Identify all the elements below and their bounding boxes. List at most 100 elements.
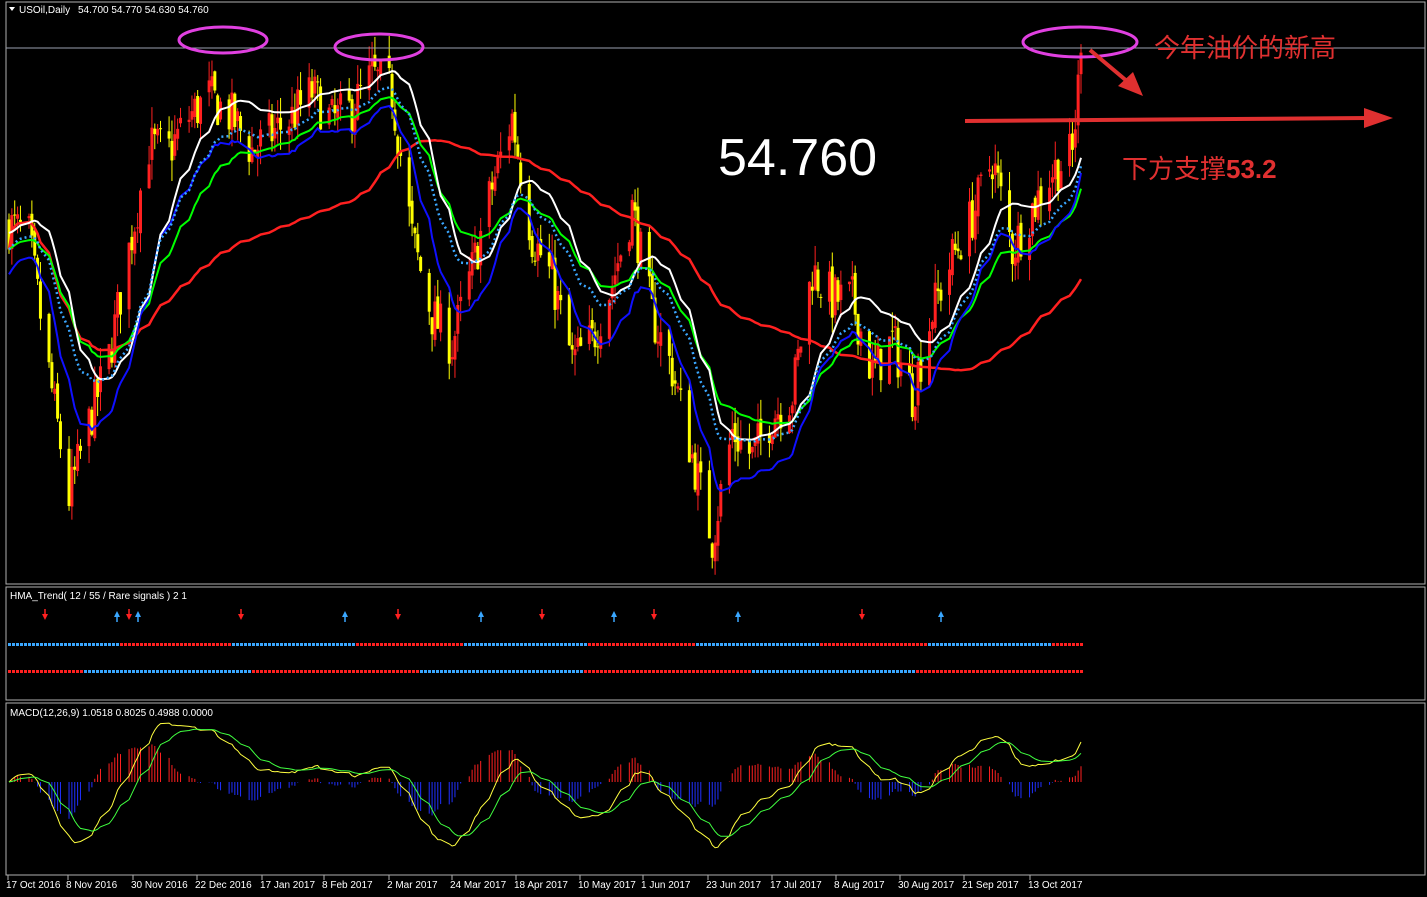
hma-trend-dot	[628, 670, 631, 673]
hma-trend-dot	[196, 670, 199, 673]
hma-trend-dot	[684, 643, 687, 646]
candle-body	[887, 336, 891, 384]
hma-trend-dot	[392, 643, 395, 646]
candle-body	[959, 255, 963, 260]
hma-down-arrow-icon	[651, 609, 657, 620]
hma-trend-dot	[64, 670, 67, 673]
hma-trend-dot	[584, 643, 587, 646]
hma-trend-dot	[480, 643, 483, 646]
hma-trend-dot	[896, 670, 899, 673]
hma-trend-dot	[316, 670, 319, 673]
candle-body	[696, 463, 700, 496]
hma-trend-dot	[976, 643, 979, 646]
candle-body	[948, 269, 952, 295]
hma-trend-dot	[276, 670, 279, 673]
candle-body	[936, 288, 940, 292]
x-tick-label: 21 Sep 2017	[962, 880, 1019, 891]
candle-body	[913, 406, 917, 421]
hma-trend-dot	[908, 643, 911, 646]
hma-trend-dot	[864, 643, 867, 646]
hma-trend-dot	[636, 670, 639, 673]
hma-trend-dot	[336, 670, 339, 673]
candle-body	[573, 349, 577, 356]
candle-body	[707, 470, 711, 539]
hma-trend-dot	[644, 643, 647, 646]
hma-trend-dot	[108, 643, 111, 646]
candle-body	[410, 200, 414, 224]
hma-trend-dot	[1068, 643, 1071, 646]
candle-body	[870, 360, 874, 378]
hma-trend-dot	[404, 643, 407, 646]
hma-trend-dot	[596, 643, 599, 646]
candle-body	[416, 234, 420, 253]
hma-trend-dot	[1064, 670, 1067, 673]
candle-body	[270, 114, 274, 142]
hma-trend-dot	[968, 670, 971, 673]
hma-trend-dot	[944, 670, 947, 673]
hma-trend-dot	[592, 643, 595, 646]
hma-trend-dot	[680, 643, 683, 646]
hma-trend-dot	[236, 670, 239, 673]
hma-trend-dot	[112, 670, 115, 673]
hma-trend-dot	[360, 670, 363, 673]
candle-body	[233, 93, 237, 127]
hma-trend-dot	[924, 670, 927, 673]
hma-trend-dot	[856, 670, 859, 673]
hma-trend-dot	[412, 643, 415, 646]
hma-trend-dot	[544, 670, 547, 673]
candle-body	[273, 127, 277, 139]
hma-trend-dot	[1060, 670, 1063, 673]
candle-body	[919, 357, 923, 382]
hma-trend-dot	[264, 643, 267, 646]
hma-trend-dot	[960, 643, 963, 646]
hma-trend-dot	[620, 643, 623, 646]
candle-body	[950, 239, 954, 276]
hma-trend-dot	[852, 643, 855, 646]
candle-body	[453, 336, 457, 360]
candle-body	[427, 272, 431, 312]
hma-trend-dot	[372, 643, 375, 646]
hma-trend-dot	[288, 643, 291, 646]
candle-body	[127, 242, 131, 310]
hma-trend-dot	[188, 670, 191, 673]
hma-trend-dot	[336, 643, 339, 646]
hma-trend-dot	[352, 670, 355, 673]
hma-trend-dot	[224, 670, 227, 673]
hma-trend-dot	[504, 643, 507, 646]
candle-body	[970, 200, 974, 238]
candle-body	[207, 80, 211, 93]
hma-trend-dot	[1004, 670, 1007, 673]
hma-trend-dot	[440, 670, 443, 673]
hma-trend-dot	[64, 643, 67, 646]
hma-trend-dot	[960, 670, 963, 673]
hma-trend-dot	[984, 643, 987, 646]
hma-trend-dot	[724, 670, 727, 673]
hma-trend-dot	[668, 643, 671, 646]
symbol-dropdown-icon[interactable]	[9, 7, 15, 11]
candle-body	[930, 321, 934, 330]
hma-trend-dot	[40, 643, 43, 646]
x-tick-label: 30 Aug 2017	[898, 880, 955, 891]
hma-trend-dot	[8, 643, 11, 646]
hma-trend-dot	[8, 670, 11, 673]
hma-trend-dot	[136, 670, 139, 673]
hma-trend-dot	[304, 643, 307, 646]
x-tick-label: 8 Nov 2016	[66, 880, 118, 891]
candle-body	[436, 296, 440, 329]
hma-trend-dot	[200, 643, 203, 646]
hma-trend-dot	[840, 643, 843, 646]
hma-trend-dot	[848, 643, 851, 646]
hma-trend-dot	[400, 643, 403, 646]
hma-trend-dot	[520, 643, 523, 646]
hma-trend-dot	[792, 643, 795, 646]
hma-trend-dot	[468, 670, 471, 673]
hma-trend-dot	[976, 670, 979, 673]
support-value: 53.2	[1226, 154, 1277, 184]
x-tick-label: 17 Oct 2016	[6, 880, 61, 891]
hma-trend-dot	[704, 643, 707, 646]
hma-trend-dot	[328, 643, 331, 646]
hma-trend-dot	[220, 670, 223, 673]
hma-trend-dot	[640, 643, 643, 646]
hma-trend-dot	[744, 643, 747, 646]
hma-trend-dot	[624, 670, 627, 673]
